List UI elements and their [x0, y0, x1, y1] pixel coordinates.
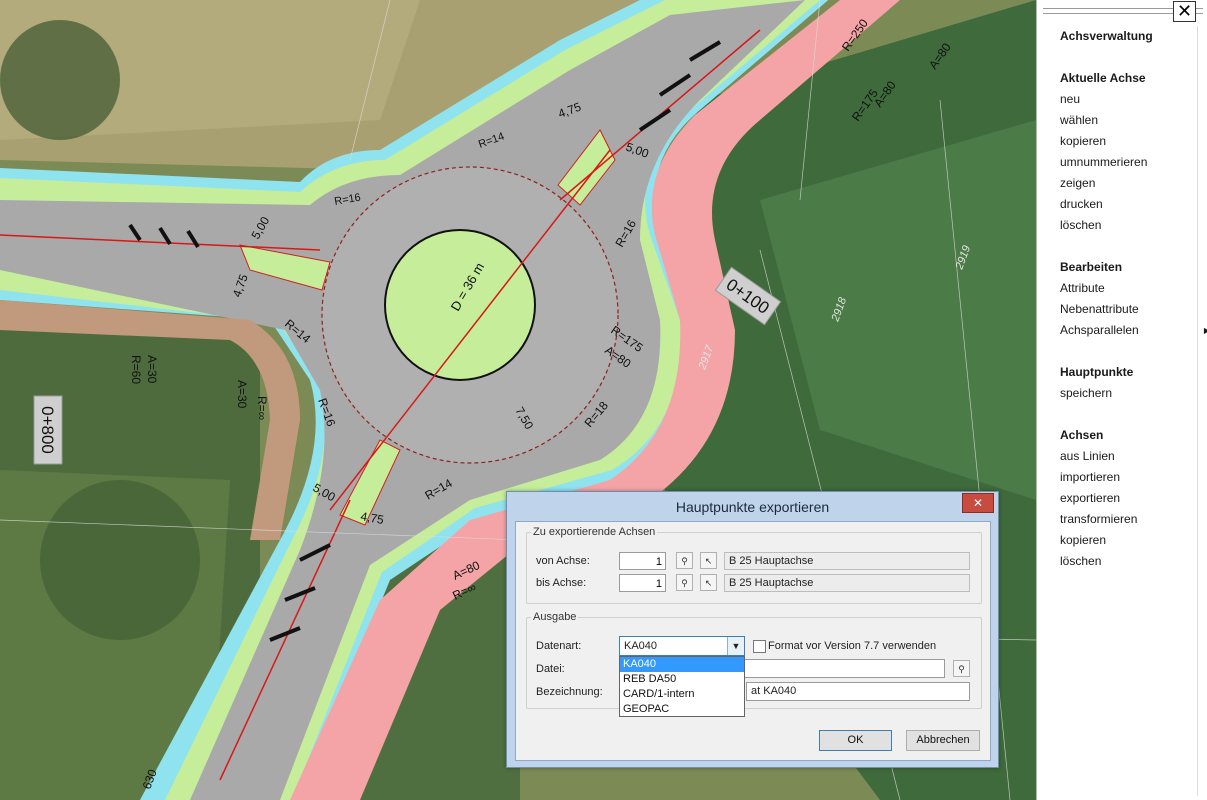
- menu-item-attribute[interactable]: Attribute: [1060, 278, 1200, 299]
- bis-achse-pick-icon[interactable]: ↖: [700, 574, 717, 591]
- menu-item-speichern[interactable]: speichern: [1060, 383, 1200, 404]
- dialog-close-button[interactable]: ✕: [962, 493, 994, 513]
- datenart-select[interactable]: KA040 ▼: [619, 636, 745, 656]
- panel-close-button[interactable]: ✕: [1173, 1, 1196, 22]
- map-label-a30: A=30: [145, 355, 159, 384]
- bezeichnung-input[interactable]: at KA040: [746, 682, 970, 701]
- bis-achse-label: bis Achse:: [536, 577, 587, 589]
- datei-label: Datei:: [536, 663, 565, 675]
- menu-item-kopieren[interactable]: kopieren: [1060, 131, 1200, 152]
- map-label-r60: R=60: [129, 355, 143, 384]
- section-aktuelle-achse: Aktuelle Achse: [1060, 71, 1146, 85]
- menu-item-achsparallelen-label: Achsparallelen: [1060, 323, 1139, 337]
- bis-achse-input[interactable]: 1: [619, 574, 666, 592]
- datei-browse-icon[interactable]: ⚲: [953, 660, 970, 677]
- menu-item-nebenattribute[interactable]: Nebenattribute: [1060, 299, 1200, 320]
- datenart-label: Datenart:: [536, 640, 582, 652]
- section-achsen: Achsen: [1060, 428, 1104, 442]
- section-achsverwaltung: Achsverwaltung: [1060, 29, 1153, 43]
- dropdown-option-card1-intern[interactable]: CARD/1-intern: [620, 687, 744, 702]
- group-axes-legend: Zu exportierende Achsen: [533, 526, 656, 538]
- menu-item-importieren[interactable]: importieren: [1060, 467, 1200, 488]
- format-checkbox[interactable]: [753, 640, 766, 653]
- ok-button[interactable]: OK: [819, 730, 892, 751]
- group-output-legend: Ausgabe: [533, 611, 577, 623]
- panel-menu: Achsverwaltung Aktuelle Achse neu wählen…: [1060, 26, 1207, 572]
- map-label-rinf: R=∞: [255, 396, 269, 420]
- menu-item-waehlen[interactable]: wählen: [1060, 110, 1200, 131]
- dialog-title: Hauptpunkte exportieren: [675, 499, 830, 515]
- axis-management-panel: ✕ Achsverwaltung Aktuelle Achse neu wähl…: [1036, 0, 1207, 800]
- chevron-down-icon[interactable]: ▼: [727, 637, 744, 655]
- dropdown-option-ka040[interactable]: KA040: [620, 657, 744, 672]
- menu-item-umnummerieren[interactable]: umnummerieren: [1060, 152, 1200, 173]
- bezeichnung-label: Bezeichnung:: [536, 686, 603, 698]
- dropdown-option-reb-da50[interactable]: REB DA50: [620, 672, 744, 687]
- dialog-titlebar[interactable]: Hauptpunkte exportieren ✕: [507, 492, 998, 520]
- von-achse-input[interactable]: 1: [619, 552, 666, 570]
- menu-item-loeschen[interactable]: löschen: [1060, 215, 1200, 236]
- von-achse-search-icon[interactable]: ⚲: [676, 552, 693, 569]
- menu-item-achsen-kopieren[interactable]: kopieren: [1060, 530, 1200, 551]
- menu-item-drucken[interactable]: drucken: [1060, 194, 1200, 215]
- dialog-body: Zu exportierende Achsen von Achse: 1 ⚲ ↖…: [515, 521, 991, 761]
- map-label-a30-b: A=30: [235, 380, 249, 409]
- datenart-value: KA040: [624, 640, 658, 652]
- menu-item-aus-linien[interactable]: aus Linien: [1060, 446, 1200, 467]
- cancel-button[interactable]: Abbrechen: [906, 730, 980, 751]
- station-label-800: 0+800: [38, 406, 57, 454]
- dropdown-option-geopac[interactable]: GEOPAC: [620, 702, 744, 717]
- panel-scrollbar[interactable]: [1197, 26, 1206, 796]
- von-achse-name: B 25 Hauptachse: [724, 552, 970, 570]
- menu-item-achsparallelen[interactable]: Achsparallelen ▶: [1060, 320, 1207, 341]
- bis-achse-search-icon[interactable]: ⚲: [676, 574, 693, 591]
- von-achse-pick-icon[interactable]: ↖: [700, 552, 717, 569]
- menu-item-achsen-loeschen[interactable]: löschen: [1060, 551, 1200, 572]
- export-dialog: Hauptpunkte exportieren ✕ Zu exportieren…: [506, 491, 999, 768]
- von-achse-label: von Achse:: [536, 555, 590, 567]
- menu-item-neu[interactable]: neu: [1060, 89, 1200, 110]
- format-checkbox-label: Format vor Version 7.7 verwenden: [768, 640, 937, 652]
- menu-item-exportieren[interactable]: exportieren: [1060, 488, 1200, 509]
- datenart-dropdown-list: KA040 REB DA50 CARD/1-intern GEOPAC: [619, 656, 745, 717]
- menu-item-zeigen[interactable]: zeigen: [1060, 173, 1200, 194]
- section-hauptpunkte: Hauptpunkte: [1060, 365, 1134, 379]
- section-bearbeiten: Bearbeiten: [1060, 260, 1123, 274]
- bis-achse-name: B 25 Hauptachse: [724, 574, 970, 592]
- menu-item-transformieren[interactable]: transformieren: [1060, 509, 1200, 530]
